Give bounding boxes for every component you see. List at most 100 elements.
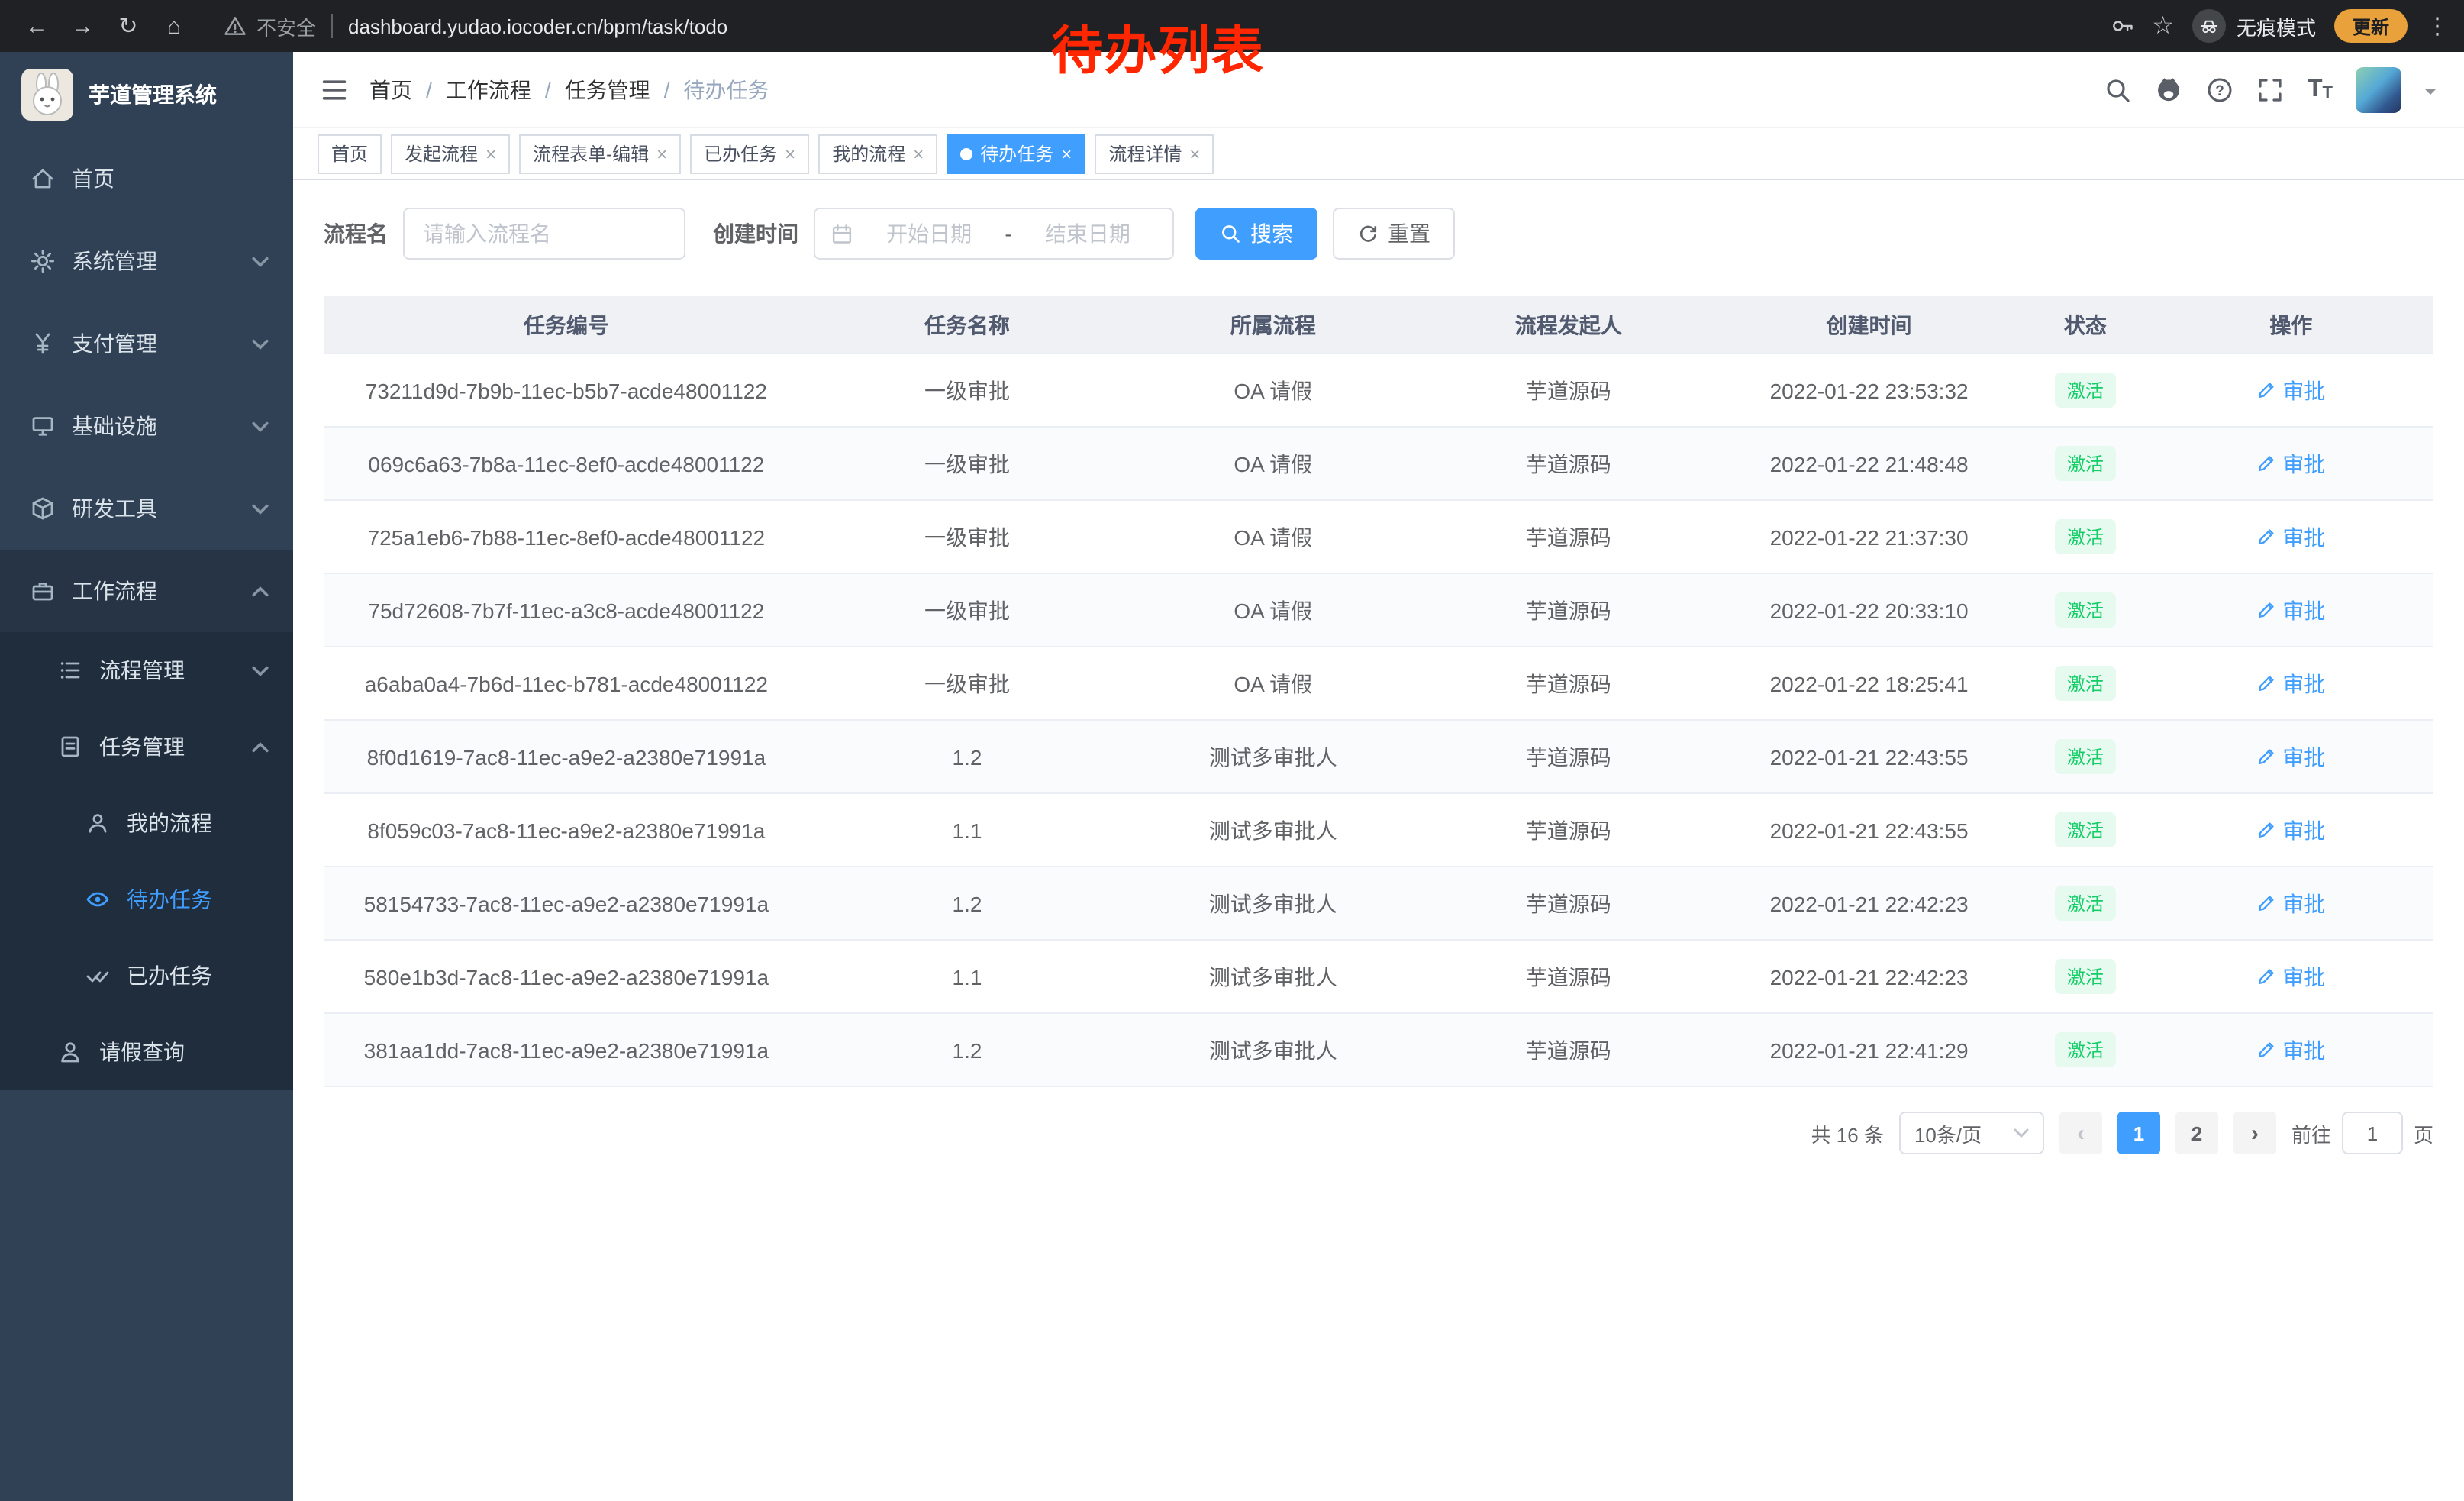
cell-task-name: 1.2 bbox=[809, 1038, 1126, 1062]
cell-task-id: 75d72608-7b7f-11ec-a3c8-acde48001122 bbox=[324, 598, 809, 622]
process-name-input[interactable] bbox=[403, 208, 685, 260]
sidebar-item-payment-mgmt[interactable]: 支付管理 bbox=[0, 302, 293, 385]
approve-button[interactable]: 审批 bbox=[2256, 668, 2325, 699]
approve-button[interactable]: 审批 bbox=[2256, 595, 2325, 625]
breadcrumb-separator: / bbox=[545, 77, 551, 102]
fullscreen-icon[interactable] bbox=[2257, 76, 2285, 103]
close-icon[interactable]: × bbox=[913, 144, 924, 163]
security-label[interactable]: 不安全 bbox=[256, 11, 316, 40]
sidebar-menu: 首页 系统管理 支付管理 基础设施 bbox=[0, 137, 293, 1090]
app-logo[interactable]: 芋道管理系统 bbox=[0, 52, 293, 137]
sidebar-item-task-mgmt[interactable]: 任务管理 bbox=[0, 709, 293, 785]
menu-label: 任务管理 bbox=[99, 731, 185, 762]
cell-initiator: 芋道源码 bbox=[1421, 815, 1716, 845]
approve-button[interactable]: 审批 bbox=[2256, 375, 2325, 405]
font-size-icon[interactable]: TT bbox=[2308, 77, 2333, 102]
browser-menu-icon[interactable]: ⋮ bbox=[2426, 12, 2449, 40]
edit-icon bbox=[2256, 454, 2276, 473]
tab[interactable]: 首页 × bbox=[318, 134, 382, 173]
tab[interactable]: 我的流程 × bbox=[818, 134, 937, 173]
close-icon[interactable]: × bbox=[485, 144, 496, 163]
approve-button[interactable]: 审批 bbox=[2256, 741, 2325, 772]
warning-icon[interactable] bbox=[223, 14, 247, 38]
monitor-icon bbox=[31, 414, 55, 438]
sidebar-item-system-mgmt[interactable]: 系统管理 bbox=[0, 220, 293, 302]
approve-button[interactable]: 审批 bbox=[2256, 815, 2325, 845]
yen-icon bbox=[31, 331, 55, 356]
cell-initiator: 芋道源码 bbox=[1421, 448, 1716, 479]
menu-label: 请假查询 bbox=[99, 1037, 185, 1067]
avatar-caret-icon[interactable] bbox=[2424, 88, 2437, 100]
collapse-sidebar-icon[interactable] bbox=[321, 76, 348, 103]
home-icon[interactable]: ⌂ bbox=[153, 5, 195, 47]
reload-icon[interactable]: ↻ bbox=[107, 5, 150, 47]
main-area: 首页 / 工作流程 / 任务管理 / 待办任务 ? bbox=[293, 52, 2464, 1501]
status-badge: 激活 bbox=[2055, 739, 2116, 774]
avatar[interactable] bbox=[2356, 66, 2401, 112]
annotation-overlay: 待办列表 bbox=[1051, 9, 1265, 84]
sidebar-item-infrastructure[interactable]: 基础设施 bbox=[0, 385, 293, 467]
dashboard-icon bbox=[31, 166, 55, 191]
close-icon[interactable]: × bbox=[656, 144, 667, 163]
column-header-status: 状态 bbox=[2022, 309, 2149, 340]
cell-status: 激活 bbox=[2022, 446, 2149, 481]
cell-status: 激活 bbox=[2022, 959, 2149, 994]
sidebar-item-todo-tasks[interactable]: 待办任务 bbox=[0, 861, 293, 938]
github-icon[interactable] bbox=[2155, 75, 2184, 104]
next-page-button[interactable]: › bbox=[2233, 1112, 2276, 1154]
page-number-button[interactable]: 2 bbox=[2175, 1112, 2218, 1154]
cell-process: OA 请假 bbox=[1125, 448, 1421, 479]
back-icon[interactable]: ← bbox=[15, 5, 58, 47]
tab-label: 首页 bbox=[331, 140, 368, 166]
sidebar-item-leave-query[interactable]: 请假查询 bbox=[0, 1014, 293, 1090]
key-icon[interactable] bbox=[2109, 14, 2133, 38]
cell-created: 2022-01-21 22:43:55 bbox=[1716, 744, 2022, 769]
goto-page-input[interactable] bbox=[2342, 1112, 2403, 1154]
status-badge: 激活 bbox=[2055, 812, 2116, 847]
tab[interactable]: 发起流程 × bbox=[391, 134, 510, 173]
page-number-button[interactable]: 1 bbox=[2117, 1112, 2160, 1154]
update-button[interactable]: 更新 bbox=[2334, 9, 2408, 43]
breadcrumb-workflow[interactable]: 工作流程 bbox=[446, 74, 531, 105]
breadcrumb-home[interactable]: 首页 bbox=[369, 74, 412, 105]
edit-icon bbox=[2256, 380, 2276, 400]
reset-button[interactable]: 重置 bbox=[1333, 208, 1455, 260]
sidebar-item-my-process[interactable]: 我的流程 bbox=[0, 785, 293, 861]
status-badge: 激活 bbox=[2055, 446, 2116, 481]
cell-status: 激活 bbox=[2022, 739, 2149, 774]
approve-button[interactable]: 审批 bbox=[2256, 888, 2325, 918]
cell-task-id: 8f0d1619-7ac8-11ec-a9e2-a2380e71991a bbox=[324, 744, 809, 769]
column-header-initiator: 流程发起人 bbox=[1421, 309, 1716, 340]
tab[interactable]: 待办任务 × bbox=[947, 134, 1085, 173]
chevron-up-icon bbox=[252, 741, 269, 752]
cell-actions: 审批 bbox=[2149, 521, 2433, 552]
sidebar-item-dev-tools[interactable]: 研发工具 bbox=[0, 467, 293, 550]
forward-icon[interactable]: → bbox=[61, 5, 104, 47]
breadcrumb-task-mgmt[interactable]: 任务管理 bbox=[565, 74, 650, 105]
help-icon[interactable]: ? bbox=[2207, 76, 2234, 103]
tab[interactable]: 已办任务 × bbox=[690, 134, 809, 173]
close-icon[interactable]: × bbox=[785, 144, 795, 163]
url-text[interactable]: dashboard.yudao.iocoder.cn/bpm/task/todo bbox=[348, 15, 727, 37]
range-separator: - bbox=[1005, 221, 1011, 246]
date-range-picker[interactable]: 开始日期 - 结束日期 bbox=[814, 208, 1174, 260]
close-icon[interactable]: × bbox=[1061, 144, 1072, 163]
page-size-select[interactable]: 10条/页 bbox=[1899, 1112, 2044, 1154]
checklist-icon bbox=[58, 734, 82, 759]
search-button[interactable]: 搜索 bbox=[1195, 208, 1317, 260]
cell-created: 2022-01-21 22:42:23 bbox=[1716, 891, 2022, 915]
approve-button[interactable]: 审批 bbox=[2256, 448, 2325, 479]
approve-button[interactable]: 审批 bbox=[2256, 1035, 2325, 1065]
close-icon[interactable]: × bbox=[1189, 144, 1200, 163]
tab[interactable]: 流程详情 × bbox=[1095, 134, 1214, 173]
tab[interactable]: 流程表单-编辑 × bbox=[519, 134, 681, 173]
approve-button[interactable]: 审批 bbox=[2256, 521, 2325, 552]
sidebar-item-done-tasks[interactable]: 已办任务 bbox=[0, 938, 293, 1014]
sidebar-item-workflow[interactable]: 工作流程 bbox=[0, 550, 293, 632]
prev-page-button[interactable]: ‹ bbox=[2059, 1112, 2102, 1154]
star-icon[interactable]: ☆ bbox=[2152, 11, 2174, 41]
sidebar-item-home[interactable]: 首页 bbox=[0, 137, 293, 220]
approve-button[interactable]: 审批 bbox=[2256, 961, 2325, 992]
sidebar-item-process-mgmt[interactable]: 流程管理 bbox=[0, 632, 293, 709]
search-icon[interactable] bbox=[2104, 76, 2132, 103]
